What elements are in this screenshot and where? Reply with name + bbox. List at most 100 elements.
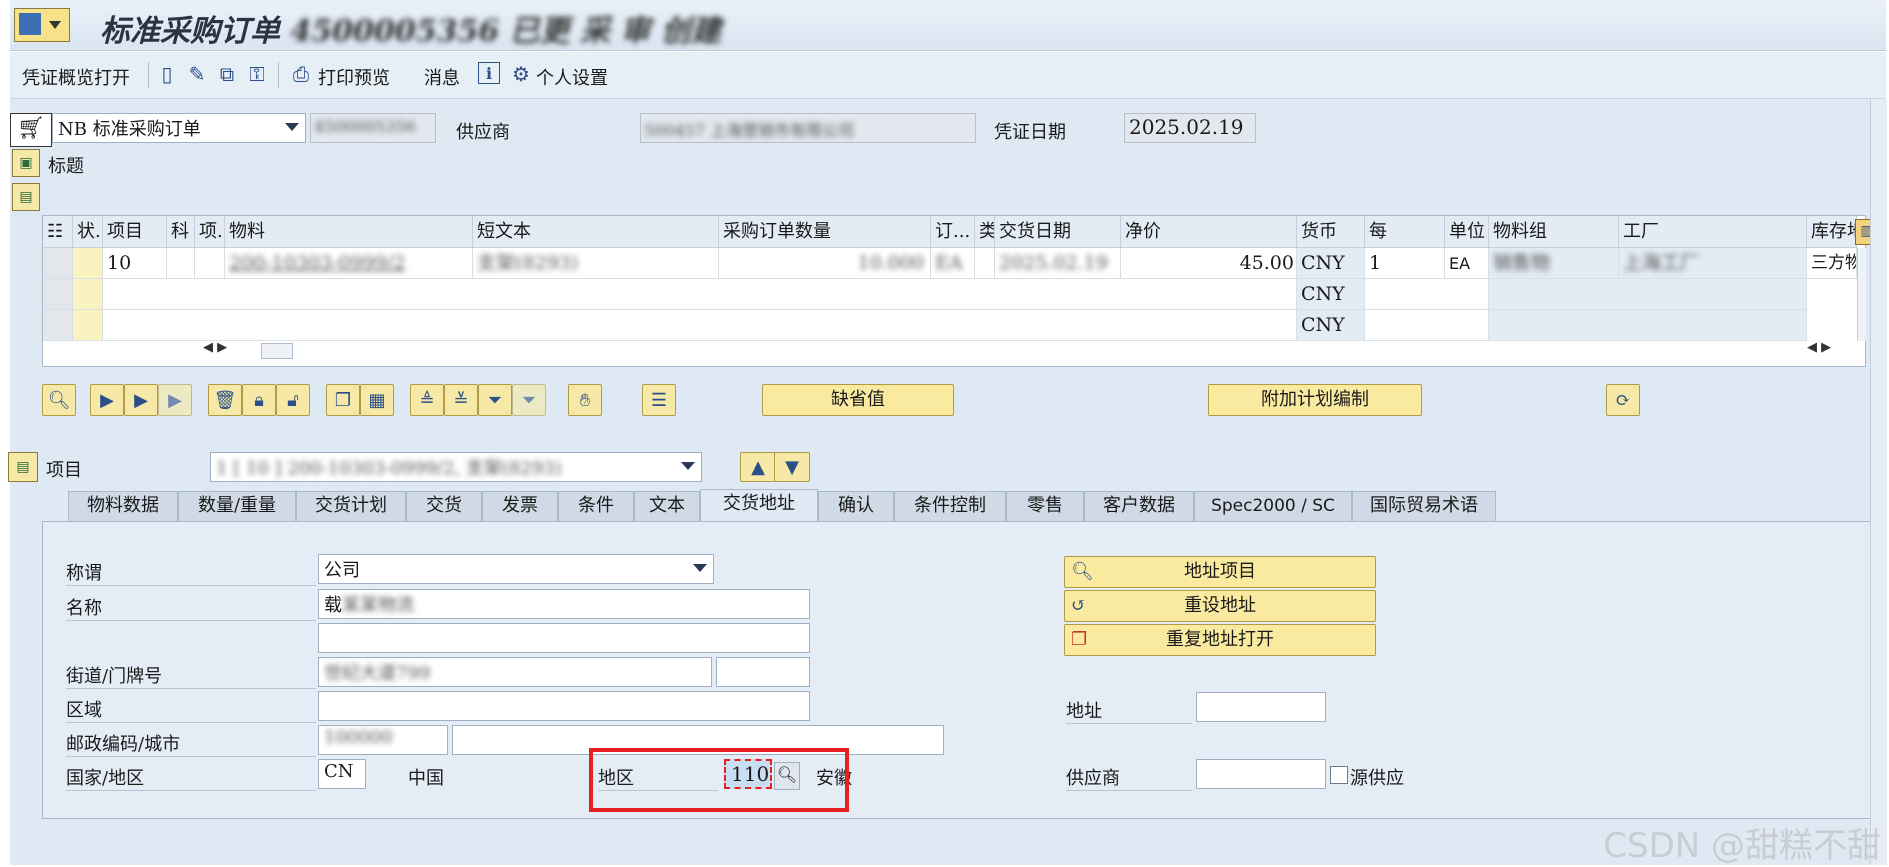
column-header[interactable]: 科 bbox=[167, 216, 195, 248]
material-cell[interactable]: 200-10303-0999/2 bbox=[225, 248, 473, 279]
column-header[interactable]: 交货日期 bbox=[995, 216, 1121, 248]
document-icon[interactable]: ☰ bbox=[642, 384, 676, 416]
per-cell[interactable]: 1 bbox=[1365, 248, 1445, 279]
copy-icon[interactable]: ❐ bbox=[326, 384, 360, 416]
row-selector[interactable] bbox=[43, 310, 73, 341]
reset-address-button[interactable]: ↺ 重设地址 bbox=[1064, 590, 1376, 622]
column-header[interactable]: 物料 bbox=[225, 216, 473, 248]
column-header[interactable]: 物料组 bbox=[1489, 216, 1619, 248]
calculator-icon[interactable]: ▦ bbox=[360, 384, 394, 416]
tab-quantity-weight[interactable]: 数量/重量 bbox=[178, 491, 296, 521]
item-cell[interactable]: 10 bbox=[103, 248, 167, 279]
column-header[interactable]: 采购订单数量 bbox=[719, 216, 931, 248]
edit-display-icon[interactable]: ✎ bbox=[186, 62, 208, 86]
doc-type-select[interactable]: NB 标准采购订单 bbox=[52, 113, 306, 143]
default-values-button[interactable]: 缺省值 bbox=[762, 384, 954, 416]
duplicate-address-button[interactable]: ❐ 重复地址打开 bbox=[1064, 624, 1376, 656]
source-vendor-checkbox[interactable] bbox=[1330, 766, 1348, 784]
collapse-items-icon[interactable]: ▤ bbox=[12, 183, 40, 211]
row-selector[interactable] bbox=[43, 248, 73, 279]
select-all-icon[interactable]: ▶ bbox=[90, 384, 124, 416]
empty-cell[interactable] bbox=[1489, 279, 1807, 310]
document-overview-button[interactable]: 凭证概览打开 bbox=[22, 64, 130, 90]
deselect-icon[interactable]: ▶ bbox=[158, 384, 192, 416]
category-cell[interactable] bbox=[975, 248, 995, 279]
tab-material-data[interactable]: 物料数据 bbox=[68, 491, 178, 521]
tab-customer-data[interactable]: 客户数据 bbox=[1084, 491, 1194, 521]
currency-cell[interactable]: CNY bbox=[1297, 279, 1365, 310]
messages-button[interactable]: 消息 bbox=[424, 64, 460, 90]
tab-incoterms[interactable]: 国际贸易术语 bbox=[1352, 491, 1496, 521]
personal-settings-button[interactable]: 个人设置 bbox=[536, 64, 608, 90]
sort-ascending-icon[interactable]: ≜ bbox=[410, 384, 444, 416]
column-header[interactable]: 单位 bbox=[1445, 216, 1489, 248]
horizontal-scrollbar[interactable] bbox=[261, 343, 293, 359]
tab-invoice[interactable]: 发票 bbox=[482, 491, 558, 521]
name2-field[interactable] bbox=[318, 623, 810, 653]
refresh-icon[interactable]: ⟳ bbox=[1606, 384, 1640, 416]
unit-cell[interactable]: EA bbox=[1445, 248, 1489, 279]
column-header[interactable]: 项. bbox=[195, 216, 225, 248]
column-header[interactable]: 订... bbox=[931, 216, 975, 248]
district-field[interactable] bbox=[318, 691, 810, 721]
expand-header-icon[interactable]: ▣ bbox=[12, 149, 40, 177]
address-number-field[interactable] bbox=[1196, 692, 1326, 722]
print-preview-button[interactable]: 打印预览 bbox=[318, 64, 390, 90]
title-select[interactable]: 公司 bbox=[318, 554, 714, 584]
column-header[interactable]: 库存地 bbox=[1807, 216, 1857, 248]
cart-icon[interactable]: 🛒︎ bbox=[10, 113, 52, 147]
tab-conditions[interactable]: 条件 bbox=[558, 491, 634, 521]
other-document-icon[interactable]: ⧉ bbox=[216, 62, 238, 86]
empty-cell[interactable] bbox=[1365, 310, 1489, 341]
net-price-cell[interactable]: 45.00 bbox=[1121, 248, 1297, 279]
tab-delivery-address[interactable]: 交货地址 bbox=[700, 489, 818, 522]
next-item-icon[interactable]: ▼ bbox=[774, 452, 810, 482]
print-preview-icon[interactable]: ⎙ bbox=[290, 62, 312, 86]
filter-off-icon[interactable]: ⏷ bbox=[512, 384, 546, 416]
unlock-icon[interactable]: 🔓︎ bbox=[276, 384, 310, 416]
column-header[interactable]: 短文本 bbox=[473, 216, 719, 248]
item-select[interactable]: 1 [ 10 ] 200-10303-0999/2, 支架(8293) bbox=[210, 452, 702, 482]
item-cat-cell[interactable] bbox=[195, 248, 225, 279]
empty-cell[interactable] bbox=[1489, 310, 1807, 341]
tab-texts[interactable]: 文本 bbox=[634, 491, 700, 521]
order-unit-cell[interactable]: EA bbox=[931, 248, 975, 279]
country-field[interactable]: CN bbox=[318, 759, 366, 789]
house-number-field[interactable] bbox=[716, 657, 810, 687]
material-group-cell[interactable]: 销售物 bbox=[1489, 248, 1619, 279]
currency-cell[interactable]: CNY bbox=[1297, 310, 1365, 341]
delete-icon[interactable]: 🗑︎ bbox=[208, 384, 242, 416]
column-header[interactable]: 工厂 bbox=[1619, 216, 1807, 248]
empty-row[interactable] bbox=[103, 279, 1297, 310]
filter-icon[interactable]: ⏷ bbox=[478, 384, 512, 416]
hand-icon[interactable]: ✋︎ bbox=[568, 384, 602, 416]
currency-cell[interactable]: CNY bbox=[1297, 248, 1365, 279]
plant-cell[interactable]: 上海工厂 bbox=[1619, 248, 1807, 279]
column-header[interactable]: 每 bbox=[1365, 216, 1445, 248]
name-field[interactable]: 载某某物流 bbox=[318, 589, 810, 619]
address-item-button[interactable]: 🔍︎ 地址项目 bbox=[1064, 556, 1376, 588]
column-header[interactable]: 净价 bbox=[1121, 216, 1297, 248]
select-block-icon[interactable]: ▶ bbox=[124, 384, 158, 416]
info-icon[interactable]: i bbox=[478, 62, 500, 84]
window-scrollbar[interactable] bbox=[1870, 99, 1887, 865]
collapse-item-detail-icon[interactable]: ▤ bbox=[8, 452, 38, 482]
sort-descending-icon[interactable]: ≚ bbox=[444, 384, 478, 416]
column-header[interactable]: 状. bbox=[73, 216, 103, 248]
vertical-scrollbar[interactable] bbox=[1857, 248, 1866, 341]
column-header[interactable]: 项目 bbox=[103, 216, 167, 248]
street-field[interactable]: 世纪大道799 bbox=[318, 657, 712, 687]
qty-cell[interactable]: 10.000 bbox=[719, 248, 931, 279]
app-menu-icon[interactable] bbox=[14, 8, 70, 42]
details-icon[interactable]: 🔍︎ bbox=[42, 384, 76, 416]
empty-row[interactable] bbox=[103, 310, 1297, 341]
short-text-cell[interactable]: 支架(8293) bbox=[473, 248, 719, 279]
scroll-left-icon[interactable]: ◀ ▶ bbox=[203, 340, 227, 355]
tab-delivery[interactable]: 交货 bbox=[406, 491, 482, 521]
tab-retail[interactable]: 零售 bbox=[1006, 491, 1084, 521]
personal-settings-icon[interactable]: ⚙ bbox=[510, 62, 532, 86]
storage-cell[interactable]: 三方物 bbox=[1807, 248, 1857, 279]
postal-code-field[interactable]: 100000 bbox=[318, 725, 448, 755]
column-header[interactable]: 类 bbox=[975, 216, 995, 248]
tab-delivery-schedule[interactable]: 交货计划 bbox=[296, 491, 406, 521]
